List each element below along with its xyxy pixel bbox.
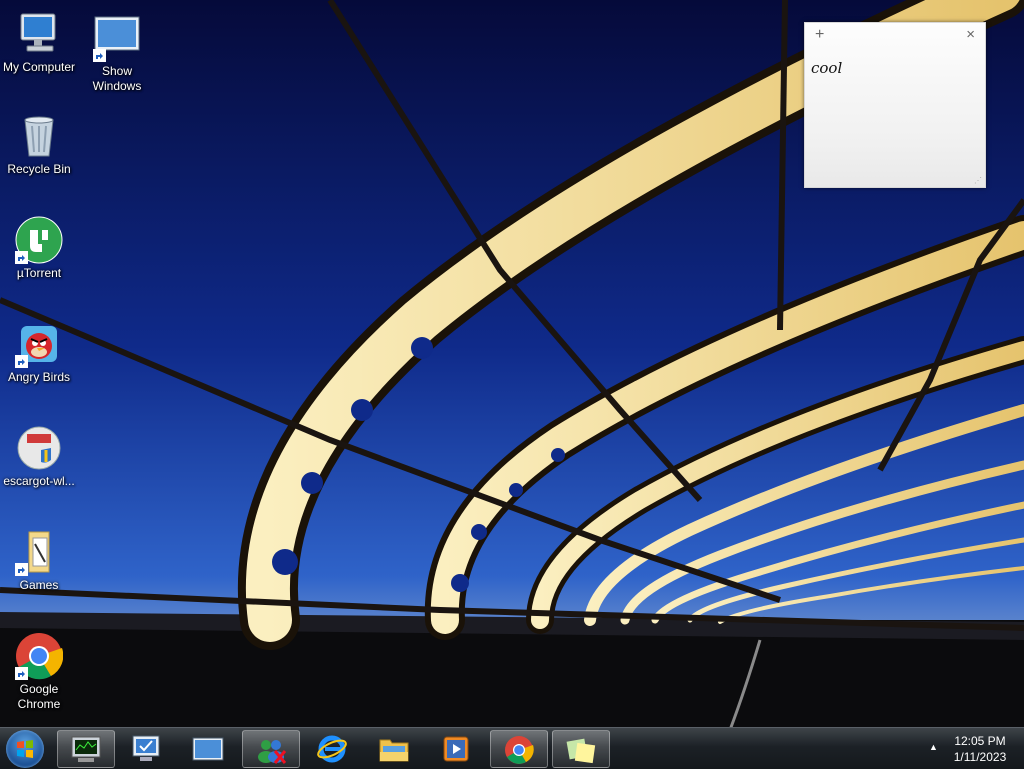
- system-clock[interactable]: 12:05 PM 1/11/2023: [940, 733, 1020, 765]
- desktop-icon-label: µTorrent: [16, 266, 62, 280]
- sticky-notes-icon: [566, 738, 596, 764]
- taskbar-remote-desktop[interactable]: [118, 730, 174, 766]
- desktop-icon-show-windows[interactable]: Show Windows: [78, 14, 156, 94]
- messenger-icon: [258, 740, 287, 764]
- desktop-icon-label: Google Chrome: [17, 682, 61, 711]
- start-button[interactable]: [6, 730, 44, 768]
- task-manager-icon: [71, 736, 101, 762]
- file-explorer-icon: [379, 739, 409, 762]
- desktop-icon-label: Angry Birds: [7, 370, 71, 384]
- taskbar-chrome[interactable]: [490, 730, 548, 768]
- taskbar-sticky-notes[interactable]: [552, 730, 610, 768]
- close-note-button[interactable]: ×: [966, 26, 975, 43]
- show-hidden-icons-button[interactable]: ▲: [929, 742, 938, 752]
- computer-icon: [15, 10, 63, 58]
- taskbar-internet-explorer[interactable]: [304, 730, 360, 766]
- shortcut-arrow-icon: [15, 251, 28, 264]
- remote-desktop-icon: [132, 735, 160, 761]
- sticky-note-titlebar[interactable]: + ×: [805, 23, 985, 49]
- desktop-icon-utorrent[interactable]: µTorrent: [0, 216, 78, 281]
- desktop-icon-label: Recycle Bin: [7, 162, 71, 176]
- taskbar-media-player[interactable]: [428, 730, 484, 766]
- taskbar: ▲ 12:05 PM 1/11/2023: [0, 727, 1024, 769]
- shortcut-arrow-icon: [93, 49, 106, 62]
- desktop-icon-my-computer[interactable]: My Computer: [0, 10, 78, 75]
- clock-date: 1/11/2023: [953, 750, 1007, 764]
- desktop-icon-recycle-bin[interactable]: Recycle Bin: [0, 112, 78, 177]
- resize-grip-icon[interactable]: ⋰: [974, 176, 982, 185]
- taskbar-file-explorer[interactable]: [366, 730, 422, 766]
- folder-icon: [15, 528, 63, 576]
- desktop-icon-games[interactable]: Games: [0, 528, 78, 593]
- chrome-icon: [505, 736, 534, 764]
- desktop-icon-label: My Computer: [2, 60, 76, 74]
- angry-birds-icon: [15, 320, 63, 368]
- media-player-icon: [443, 736, 469, 762]
- desktop-icon-label: Games: [19, 578, 59, 592]
- taskbar-messenger[interactable]: [242, 730, 300, 768]
- chrome-icon: [15, 632, 64, 680]
- desktop-icon-angry-birds[interactable]: Angry Birds: [0, 320, 78, 385]
- internet-explorer-icon: [317, 735, 347, 763]
- sticky-note[interactable]: + × cool ⋰: [804, 22, 986, 188]
- recycle-bin-icon: [15, 112, 63, 160]
- shortcut-arrow-icon: [15, 667, 28, 680]
- desktop-icon-escargot[interactable]: escargot-wl...: [0, 424, 78, 489]
- sticky-note-text[interactable]: cool: [811, 59, 842, 77]
- add-note-button[interactable]: +: [815, 26, 824, 44]
- utorrent-icon: [15, 216, 63, 264]
- desktop-icon-google-chrome[interactable]: Google Chrome: [0, 632, 78, 712]
- desktop-icon-label: escargot-wl...: [3, 474, 75, 488]
- show-desktop-icon: [192, 737, 224, 761]
- installer-icon: [15, 424, 63, 472]
- show-windows-icon: [93, 14, 141, 62]
- desktop-icon-label: Show Windows: [92, 64, 142, 93]
- shortcut-arrow-icon: [15, 563, 28, 576]
- windows-logo-icon: [17, 740, 33, 758]
- taskbar-task-manager[interactable]: [57, 730, 115, 768]
- shortcut-arrow-icon: [15, 355, 28, 368]
- clock-time: 12:05 PM: [954, 734, 1006, 748]
- taskbar-show-desktop[interactable]: [180, 730, 236, 766]
